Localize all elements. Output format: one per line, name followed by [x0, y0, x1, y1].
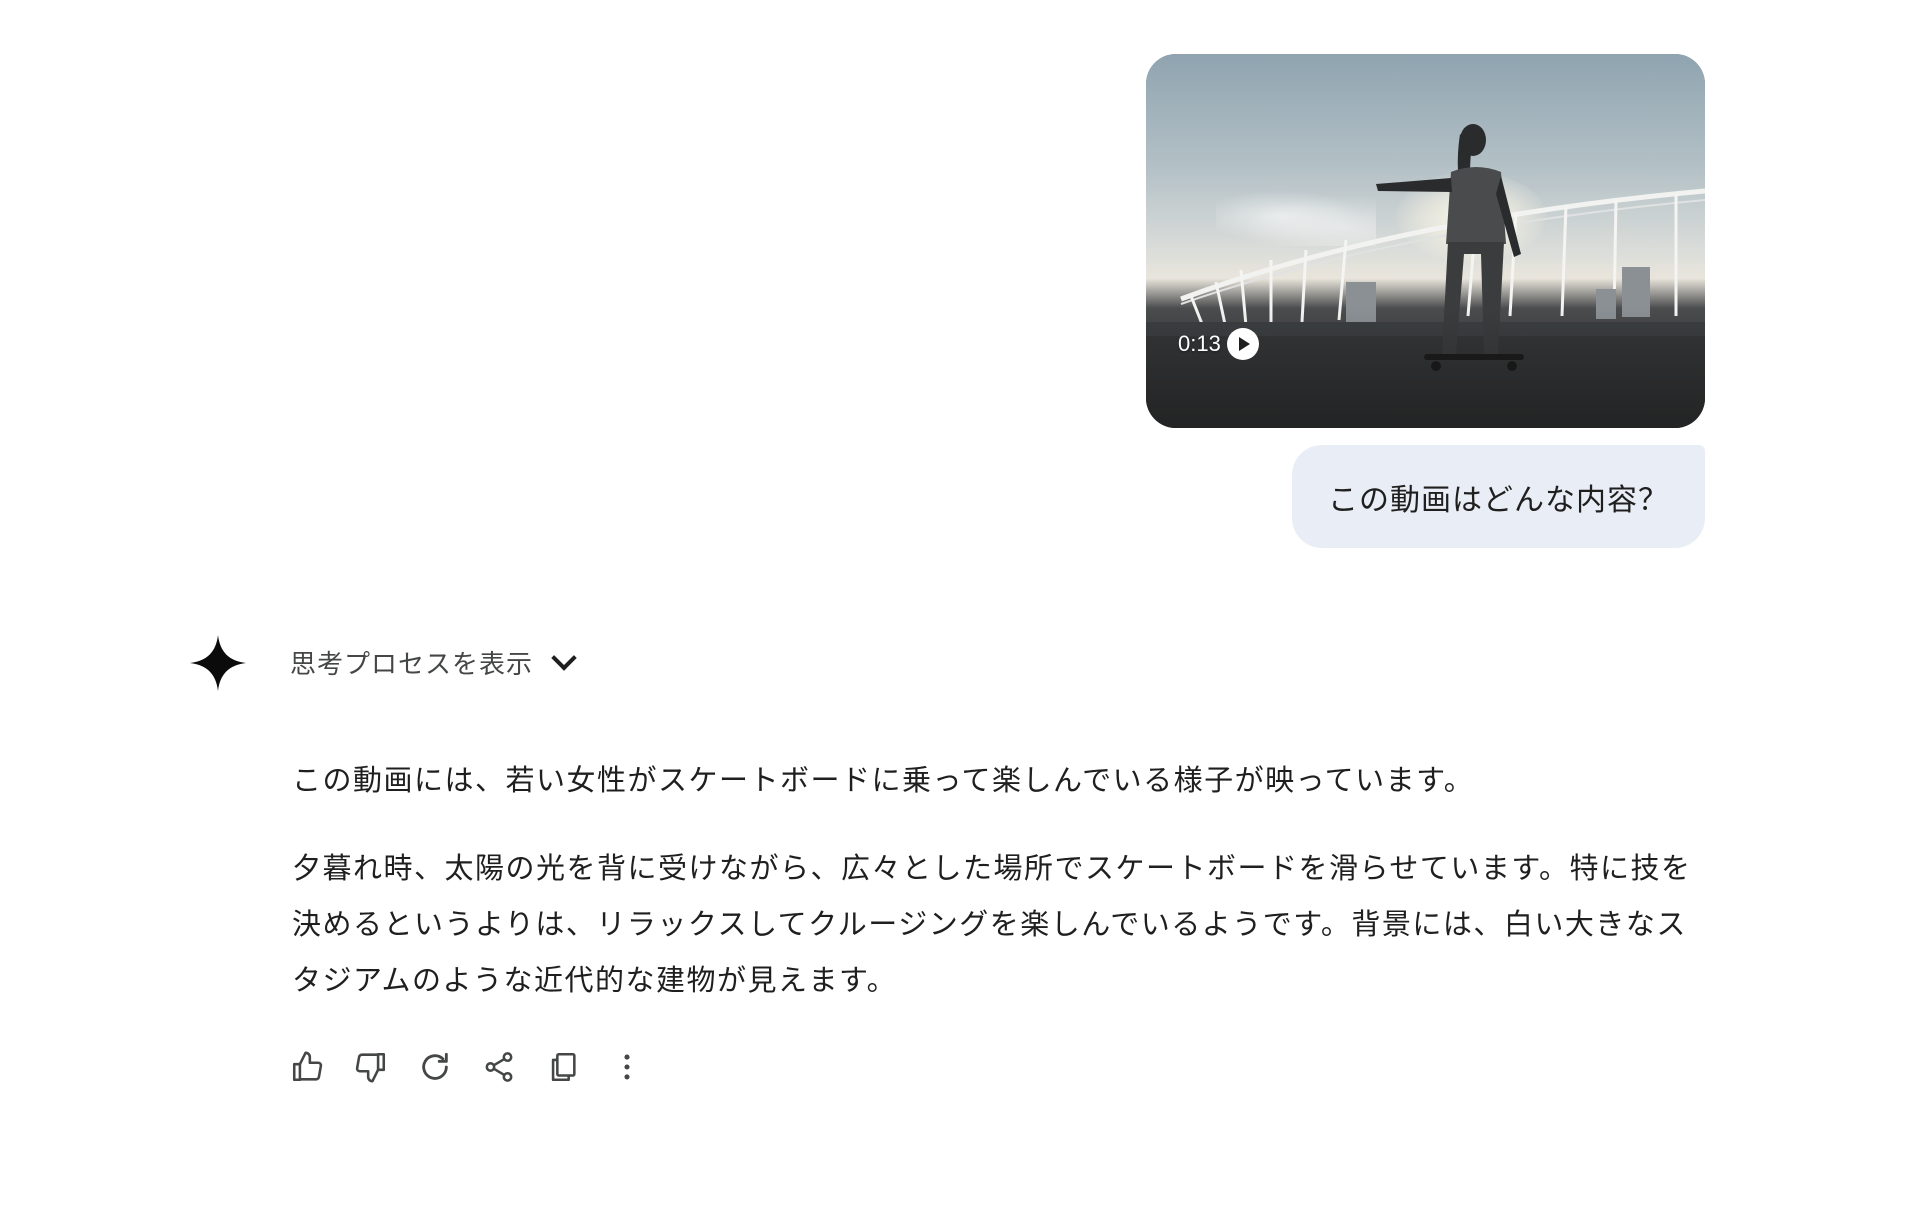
- model-response: この動画には、若い女性がスケートボードに乗って楽しんでいる様子が映っています。 …: [292, 752, 1712, 1040]
- response-paragraph: この動画には、若い女性がスケートボードに乗って楽しんでいる様子が映っています。: [292, 763, 1475, 797]
- copy-icon[interactable]: [546, 1050, 580, 1084]
- chat-page: 0:13 この動画はどんな内容？ 思考プロセスを表示 この動画には、若い女性がス…: [0, 0, 1920, 1207]
- video-duration: 0:13: [1178, 331, 1221, 356]
- video-attachment[interactable]: 0:13: [1146, 54, 1705, 428]
- regenerate-icon[interactable]: [418, 1050, 452, 1084]
- play-icon[interactable]: [1226, 328, 1259, 360]
- share-icon[interactable]: [482, 1050, 516, 1084]
- more-vert-icon[interactable]: [610, 1050, 644, 1084]
- response-actions: [290, 1050, 644, 1084]
- thumbs-down-icon[interactable]: [354, 1050, 388, 1084]
- show-thinking-toggle[interactable]: 思考プロセスを表示: [290, 640, 577, 684]
- response-paragraph: 夕暮れ時、太陽の光を背に受けながら、広々とした場所でスケートボードを滑らせていま…: [292, 851, 1692, 997]
- user-message: この動画はどんな内容？: [1292, 445, 1705, 548]
- video-controls: 0:13: [1178, 328, 1259, 360]
- show-thinking-label: 思考プロセスを表示: [290, 649, 534, 680]
- thumbs-up-icon[interactable]: [290, 1050, 324, 1084]
- chevron-down-icon: [551, 645, 577, 671]
- gemini-sparkle-icon: [190, 635, 246, 691]
